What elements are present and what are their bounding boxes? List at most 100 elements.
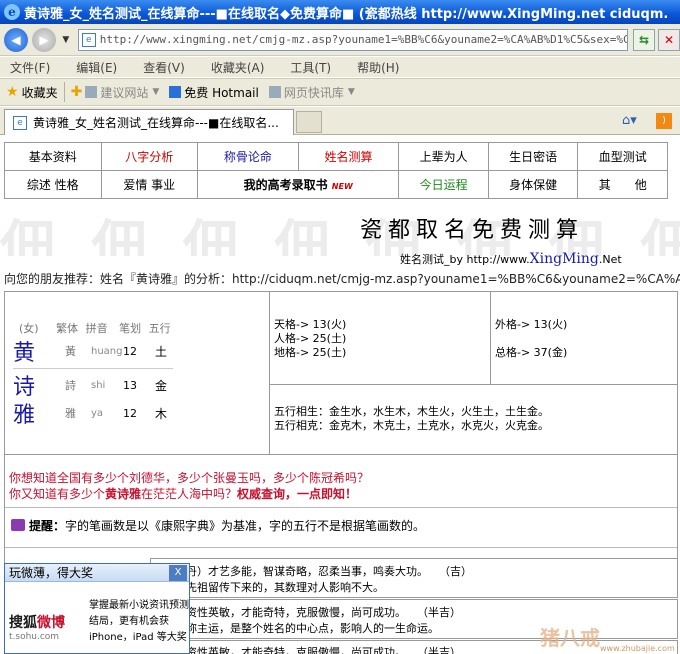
add-favorite-icon[interactable]: ✚ — [71, 84, 83, 100]
result-row-1: 牡丹）才艺多能，智谋奇略，忍柔当事，鸣奏大功。 （吉） 是先祖留传下来的，其数理… — [150, 558, 678, 598]
nav-health[interactable]: 身体保健 — [487, 170, 579, 199]
tip-label: 提醒： — [29, 519, 66, 533]
window-title-bar: e 黄诗雅_女_姓名测试_在线算命---■在线取名◆免费算命■ (瓷都热线 ht… — [0, 0, 680, 24]
tab-active[interactable]: e 黄诗雅_女_姓名测试_在线算命---■在线取名... — [4, 109, 294, 135]
header-element: 五行 — [148, 322, 171, 335]
result-text: 又称主运，是整个姓名的中心点，影响人的一生命运。 — [175, 622, 439, 635]
tab-title: 黄诗雅_女_姓名测试_在线算命---■在线取名... — [33, 116, 279, 130]
page-icon: e — [81, 32, 96, 47]
history-dropdown-icon[interactable]: ▼ — [60, 35, 72, 45]
header-traditional: 繁体 — [56, 322, 79, 335]
tip-line: 提醒：字的笔画数是以《康熙字典》为基准，字的五行不是根据笔画数的。 — [11, 517, 425, 534]
promo-text: 你又知道有多少个 — [9, 487, 106, 501]
corner-watermark-site: www.zhubajie.com — [600, 644, 675, 653]
share-link-text: 向您的朋友推荐：姓名『黄诗雅』的分析：http://ciduqm.net/cmj… — [4, 272, 680, 286]
zong-ge: 总格-> 37(金) — [495, 346, 568, 359]
char-pinyin: shi — [91, 379, 106, 391]
promo-line-2: 你又知道有多少个黄诗雅在茫茫人海中吗？权威查询，一点即知！ — [9, 485, 357, 502]
stop-button[interactable]: ✕ — [658, 28, 680, 51]
address-bar[interactable]: e http://www.xingming.net/cmjg-mz.asp?yo… — [77, 28, 628, 51]
menu-favorites[interactable]: 收藏夹(A) — [211, 59, 265, 76]
result-text: 牡丹）才艺多能，智谋奇略，忍柔当事，鸣奏大功。 （吉） — [175, 565, 472, 578]
nav-label: 上辈为人 — [419, 150, 468, 164]
refresh-go-button[interactable]: ⇆ — [633, 28, 655, 51]
link-hotmail[interactable]: 免费 Hotmail — [169, 84, 259, 101]
site-nav-table: 基本资料 八字分析 称骨论命 姓名测算 上辈为人 生日密语 血型测试 综述 性格… — [4, 142, 668, 199]
promo-text: 在茫茫人海中吗？ — [141, 487, 238, 501]
logo-text-b: 微博 — [37, 615, 65, 631]
nav-other[interactable]: 其 他 — [577, 170, 668, 199]
header-strokes: 笔划 — [119, 322, 142, 335]
menu-view[interactable]: 查看(V) — [143, 59, 185, 76]
nav-love-career[interactable]: 爱情 事业 — [100, 170, 199, 199]
nav-label: 基本资料 — [28, 150, 77, 164]
link-label: 免费 Hotmail — [184, 85, 259, 100]
result-text: 是先祖留传下来的，其数理对人影响不大。 — [175, 581, 384, 594]
promo-query-link[interactable]: 权威查询，一点即知！ — [237, 487, 357, 501]
nav-label: 今日运程 — [419, 178, 468, 192]
menu-edit[interactable]: 编辑(E) — [76, 59, 117, 76]
tip-text: 字的笔画数是以《康熙字典》为基准，字的五行不是根据笔画数的。 — [65, 519, 426, 533]
link-label: 建议网站 — [100, 85, 149, 100]
popup-body[interactable]: 掌握最新小说资讯预测结局，更有机会获 iPhone，iPad 等大奖 — [89, 598, 189, 646]
favorites-button[interactable]: 收藏夹 — [22, 84, 58, 101]
menu-file[interactable]: 文件(F) — [10, 59, 50, 76]
char-headers: (女) 繁体 拼音 笔划 五行 — [19, 320, 175, 336]
forward-button[interactable]: ▶ — [32, 27, 56, 52]
char-element: 土 — [155, 344, 168, 359]
wuxing-ke: 五行相克：金克木，木克土，土克水，水克火，火克金。 — [274, 419, 549, 432]
nav-personality[interactable]: 综述 性格 — [4, 170, 102, 199]
favorites-star-icon: ★ — [6, 84, 19, 100]
site-name[interactable]: XingMing — [530, 251, 599, 267]
ie-logo-icon: e — [4, 4, 20, 20]
nav-name-test[interactable]: 姓名测算 — [297, 142, 400, 171]
popup-header: 玩微薄，得大奖 X — [5, 564, 189, 582]
nav-bone-weight[interactable]: 称骨论命 — [197, 142, 299, 171]
sohu-weibo-logo[interactable]: 搜狐微博 t.sohu.com — [9, 612, 85, 642]
nav-past-life[interactable]: 上辈为人 — [398, 142, 489, 171]
divider-line — [5, 547, 677, 548]
link-web-slice-gallery[interactable]: 网页快讯库 ▼ — [268, 84, 355, 101]
nav-basic-info[interactable]: 基本资料 — [4, 142, 102, 171]
new-tab-button[interactable] — [296, 111, 322, 133]
tab-bar: e 黄诗雅_女_姓名测试_在线算命---■在线取名... ⌂▾ ) — [0, 107, 680, 135]
logo-subtitle: t.sohu.com — [9, 632, 60, 642]
nav-bazi[interactable]: 八字分析 — [100, 142, 199, 171]
nav-admission-letter[interactable]: 我的高考录取书 NEW — [197, 170, 400, 199]
nav-daily-fortune[interactable]: 今日运程 — [398, 170, 489, 199]
menu-help[interactable]: 帮助(H) — [357, 59, 399, 76]
chevron-down-icon: ▼ — [347, 87, 355, 97]
nav-birthday[interactable]: 生日密语 — [487, 142, 579, 171]
separator — [63, 82, 65, 102]
site-tld: .Net — [598, 253, 622, 266]
nav-label: 姓名测算 — [324, 150, 373, 164]
link-label: 网页快讯库 — [283, 85, 344, 100]
window-title: 黄诗雅_女_姓名测试_在线算命---■在线取名◆免费算命■ (瓷都热线 http… — [24, 6, 669, 22]
suggested-sites-icon — [85, 86, 98, 98]
link-suggested-sites[interactable]: 建议网站 ▼ — [85, 84, 159, 101]
sohu-weibo-popup: 玩微薄，得大奖 X 搜狐微博 t.sohu.com 掌握最新小说资讯预测结局，更… — [4, 563, 190, 654]
char-traditional: 詩 — [65, 379, 76, 392]
popup-close-button[interactable]: X — [169, 564, 187, 581]
hotmail-icon — [169, 86, 182, 98]
nav-label: 爱情 事业 — [123, 178, 176, 192]
corner-watermark: 猪八戒 — [540, 626, 600, 650]
back-button[interactable]: ◀ — [4, 27, 28, 52]
feed-icon[interactable]: ) — [656, 113, 672, 129]
favorites-bar: ★ 收藏夹 ✚ 建议网站 ▼ 免费 Hotmail 网页快讯库 ▼ — [0, 78, 680, 106]
web-slice-icon — [268, 86, 281, 98]
address-toolbar: ◀ ▶ ▼ e http://www.xingming.net/cmjg-mz.… — [0, 24, 680, 56]
char-element: 金 — [155, 378, 168, 393]
char-simplified: 雅 — [13, 403, 36, 428]
header-pinyin: 拼音 — [85, 322, 108, 335]
site-banner: 瓷都取名免费测算 — [360, 218, 585, 243]
menu-bar: 文件(F) 编辑(E) 查看(V) 收藏夹(A) 工具(T) 帮助(H) — [0, 57, 680, 77]
nav-label: 八字分析 — [125, 150, 174, 164]
promo-line-1: 你想知道全国有多少个刘德华，多少个张曼玉吗，多少个陈冠希吗？ — [9, 471, 370, 485]
menu-tools[interactable]: 工具(T) — [290, 59, 331, 76]
home-icon[interactable]: ⌂▾ — [622, 113, 637, 128]
by-site-line: 姓名测试_by http://www.XingMing.Net — [400, 251, 622, 267]
nav-blood-type[interactable]: 血型测试 — [577, 142, 668, 171]
address-url[interactable]: http://www.xingming.net/cmjg-mz.asp?youn… — [100, 33, 627, 46]
nav-label: 称骨论命 — [223, 150, 272, 164]
